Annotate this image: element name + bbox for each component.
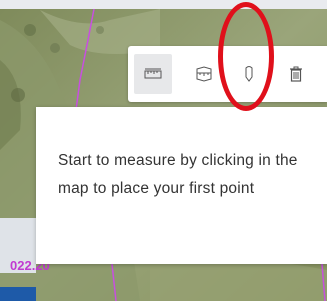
pin-icon (245, 66, 253, 82)
top-strip (0, 0, 327, 9)
measure-toolbar (128, 46, 327, 102)
location-tool-button[interactable] (230, 54, 268, 94)
distance-tool-button[interactable] (134, 54, 172, 94)
ruler-icon (144, 68, 162, 79)
measure-tooltip: Start to measure by clicking in the map … (36, 107, 327, 264)
tooltip-message: Start to measure by clicking in the map … (58, 152, 298, 197)
trash-icon (290, 66, 302, 82)
area-measure-icon (196, 66, 212, 82)
clear-tool-button[interactable] (277, 54, 315, 94)
side-panel-bar (0, 287, 36, 301)
area-tool-button[interactable] (185, 54, 223, 94)
